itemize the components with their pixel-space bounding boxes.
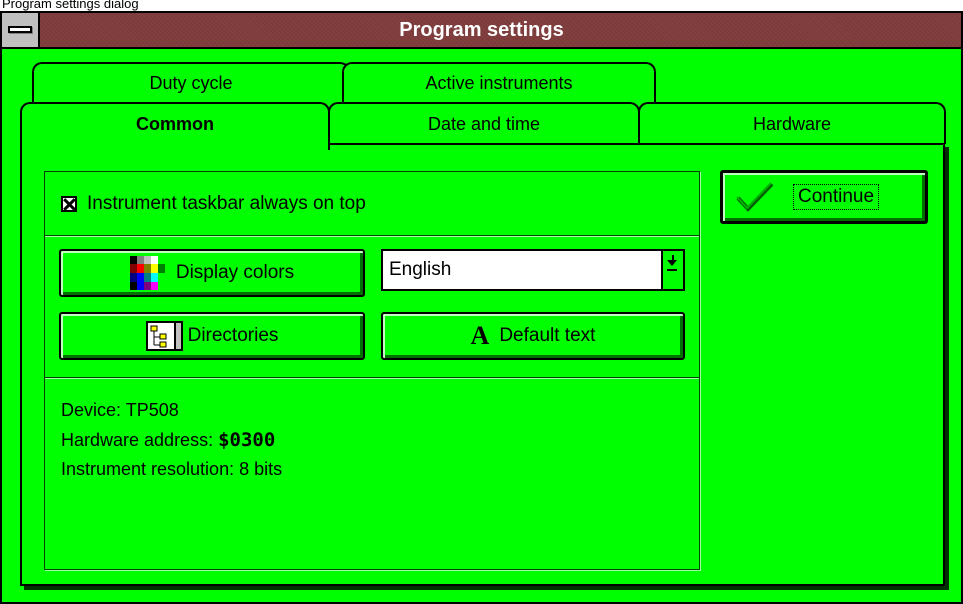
language-select[interactable]: English [381,249,685,291]
device-info: Device: TP508 [61,400,179,421]
dropdown-arrow-icon[interactable] [661,251,683,289]
tab-label: Common [136,114,214,134]
common-tab-panel: Instrument taskbar always on top Display… [20,143,945,586]
continue-button[interactable]: Continue [720,170,928,224]
tab-hardware[interactable]: Hardware [638,102,946,144]
window-title: Program settings [399,19,564,41]
device-label: Device: [61,400,122,420]
default-text-button[interactable]: A Default text [381,312,685,360]
divider [45,235,699,237]
hardware-address-label: Hardware address: [61,430,214,450]
resolution-label: Instrument resolution: [61,459,235,479]
display-colors-label: Display colors [175,262,295,283]
program-settings-window: Program settings Duty cycle Active instr… [0,11,963,604]
taskbar-on-top-checkbox[interactable] [61,196,77,212]
device-value: TP508 [125,400,179,420]
tab-date-and-time[interactable]: Date and time [328,102,640,144]
color-palette-icon [129,256,165,290]
resolution-info: Instrument resolution: 8 bits [61,459,282,480]
tab-duty-cycle[interactable]: Duty cycle [32,62,350,104]
tab-label: Active instruments [425,73,573,93]
directory-tree-icon [145,321,183,351]
font-icon: A [470,321,490,350]
display-colors-button[interactable]: Display colors [59,249,365,297]
taskbar-on-top-checkbox-row[interactable]: Instrument taskbar always on top [61,192,366,216]
continue-label: Continue [793,184,880,210]
tab-label: Hardware [752,114,832,134]
hardware-address-value: $0300 [218,429,276,451]
divider [45,377,699,379]
tab-common[interactable]: Common [20,102,330,150]
language-value: English [389,259,452,280]
tab-label: Date and time [427,114,541,134]
resolution-value: 8 bits [239,459,283,479]
default-text-label: Default text [499,325,596,346]
settings-group: Instrument taskbar always on top Display… [44,171,700,570]
title-bar[interactable]: Program settings [2,13,961,49]
directories-button[interactable]: Directories [59,312,365,360]
hardware-address-info: Hardware address: $0300 [61,429,275,451]
tab-label: Duty cycle [149,73,233,93]
tab-active-instruments[interactable]: Active instruments [342,62,656,104]
checkmark-icon [736,182,774,212]
caption: Program settings dialog [2,0,139,11]
taskbar-on-top-label: Instrument taskbar always on top [87,193,366,214]
directories-label: Directories [187,325,279,346]
